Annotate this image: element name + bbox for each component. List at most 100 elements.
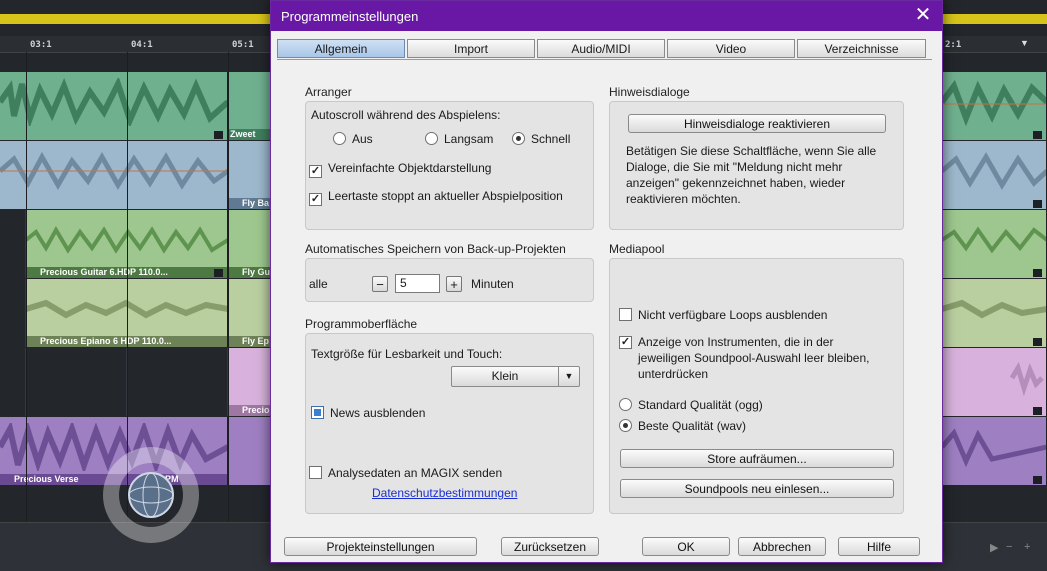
tab-content: Arranger Autoscroll während des Abspiele…: [277, 59, 932, 524]
autosave-unit: Minuten: [471, 277, 514, 291]
group-box: [609, 258, 904, 514]
tab-import[interactable]: Import: [407, 39, 535, 58]
group-title: Hinweisdialoge: [609, 85, 690, 99]
ruler-mark: 04:1: [131, 40, 153, 50]
checkbox-indeterminate-icon: [311, 406, 324, 419]
radio-icon: [425, 132, 438, 145]
autosave-prefix: alle: [309, 277, 328, 291]
radio-icon: [333, 132, 346, 145]
checkbox-icon: [619, 308, 632, 321]
audio-clip[interactable]: [942, 417, 1047, 485]
grid-line: [228, 52, 229, 522]
store-cleanup-button[interactable]: Store aufräumen...: [620, 449, 894, 468]
autosave-group: Automatisches Speichern von Back-up-Proj…: [305, 242, 594, 302]
audio-clip[interactable]: [942, 141, 1047, 209]
audio-clip[interactable]: [942, 279, 1047, 347]
increment-button[interactable]: +: [446, 276, 462, 292]
waveform: [942, 428, 1046, 468]
tab-allgemein[interactable]: Allgemein: [277, 39, 405, 58]
select-value: Klein: [491, 369, 519, 383]
reactivate-hints-button[interactable]: Hinweisdialoge reaktivieren: [628, 114, 886, 133]
analytics-checkbox[interactable]: Analysedaten an MAGIX senden: [309, 466, 502, 480]
chevron-down-icon: ▼: [558, 367, 579, 386]
checkmark-icon: ✓: [309, 165, 322, 178]
empty-cell: [26, 348, 127, 416]
play-icon[interactable]: ▶: [990, 541, 998, 554]
checkbox-icon: [309, 466, 322, 479]
autoscroll-radio-schnell[interactable]: Schnell: [512, 132, 570, 146]
waveform: [942, 226, 1046, 254]
clip-menu-icon[interactable]: [1033, 338, 1042, 346]
clip-label: Fly Gu: [228, 267, 273, 278]
suppress-empty-instruments-checkbox[interactable]: ✓: [619, 336, 632, 349]
decrement-button[interactable]: −: [372, 276, 388, 292]
clip-menu-icon[interactable]: [1033, 407, 1042, 415]
clip-menu-icon[interactable]: [214, 131, 223, 139]
project-settings-button[interactable]: Projekteinstellungen: [284, 537, 477, 556]
waveform: [0, 78, 227, 126]
audio-clip[interactable]: Fly Ep: [228, 279, 274, 347]
help-button[interactable]: Hilfe: [838, 537, 920, 556]
waveform: [942, 152, 1046, 190]
ruler-mark: 03:1: [30, 40, 52, 50]
clip-menu-icon[interactable]: [1033, 476, 1042, 484]
cancel-button[interactable]: Abbrechen: [738, 537, 826, 556]
audio-clip[interactable]: [942, 210, 1047, 278]
dialog-titlebar[interactable]: Programmeinstellungen ✕: [271, 1, 942, 31]
privacy-link[interactable]: Datenschutzbestimmungen: [372, 486, 517, 500]
textsize-label: Textgröße für Lesbarkeit und Touch:: [311, 347, 503, 361]
audio-clip[interactable]: [0, 141, 228, 209]
empty-cell: [0, 279, 26, 347]
tab-audio-midi[interactable]: Audio/MIDI: [537, 39, 665, 58]
audio-clip[interactable]: Precio: [228, 348, 274, 416]
audio-clip[interactable]: [942, 72, 1047, 140]
audio-clip[interactable]: Fly Gu: [228, 210, 274, 278]
mediapool-group: Mediapool Nicht verfügbare Loops ausblen…: [609, 242, 904, 514]
simplified-display-checkbox[interactable]: ✓ Vereinfachte Objektdarstellung: [309, 161, 491, 178]
audio-clip[interactable]: [228, 417, 274, 485]
textsize-select[interactable]: Klein ▼: [451, 366, 580, 387]
hide-unavailable-loops-checkbox[interactable]: Nicht verfügbare Loops ausblenden: [619, 308, 827, 322]
tab-video[interactable]: Video: [667, 39, 795, 58]
autoscroll-radio-langsam[interactable]: Langsam: [425, 132, 493, 146]
grid-line: [26, 52, 27, 522]
quality-radio-best[interactable]: Beste Qualität (wav): [619, 419, 746, 433]
radio-selected-icon: [512, 132, 525, 145]
audio-clip[interactable]: Fly Ba: [228, 141, 274, 209]
hide-news-checkbox[interactable]: News ausblenden: [311, 406, 425, 420]
ui-group: Programmoberfläche Textgröße für Lesbark…: [305, 317, 594, 514]
audio-clip[interactable]: [0, 72, 228, 140]
waveform: [1009, 361, 1044, 397]
spacebar-stop-checkbox[interactable]: ✓ Leertaste stoppt an aktueller Abspielpo…: [309, 189, 563, 206]
empty-cell: [127, 348, 228, 416]
tab-verzeichnisse[interactable]: Verzeichnisse: [797, 39, 926, 58]
waveform: [942, 79, 1046, 126]
clip-menu-icon[interactable]: [1033, 131, 1042, 139]
audio-clip[interactable]: Zweet: [228, 72, 274, 140]
waveform: [942, 299, 1046, 319]
audio-clip[interactable]: [942, 348, 1047, 416]
arranger-group: Arranger Autoscroll während des Abspiele…: [305, 85, 594, 230]
zoom-out-icon[interactable]: −: [1006, 541, 1012, 553]
clip-menu-icon[interactable]: [214, 269, 223, 277]
empty-cell: [0, 348, 26, 416]
watermark-logo: [103, 447, 199, 543]
group-title: Programmoberfläche: [305, 317, 418, 331]
empty-cell: [0, 210, 26, 278]
clip-menu-icon[interactable]: [1033, 269, 1042, 277]
zoom-in-icon[interactable]: +: [1024, 541, 1030, 553]
reset-button[interactable]: Zurücksetzen: [501, 537, 599, 556]
group-title: Automatisches Speichern von Back-up-Proj…: [305, 242, 566, 256]
quality-radio-standard[interactable]: Standard Qualität (ogg): [619, 398, 763, 412]
clip-menu-icon[interactable]: [1033, 200, 1042, 208]
close-icon[interactable]: ✕: [912, 4, 934, 26]
ruler-menu-icon[interactable]: ▼: [1020, 38, 1029, 48]
ok-button[interactable]: OK: [642, 537, 730, 556]
reload-soundpools-button[interactable]: Soundpools neu einlesen...: [620, 479, 894, 498]
autosave-interval-input[interactable]: 5: [395, 274, 440, 293]
hints-description: Betätigen Sie diese Schaltfläche, wenn S…: [626, 144, 877, 206]
clip-label: Zweet: [228, 129, 273, 140]
autoscroll-radio-aus[interactable]: Aus: [333, 132, 373, 146]
ruler-mark: 05:1: [232, 40, 254, 50]
radio-selected-icon: [619, 419, 632, 432]
